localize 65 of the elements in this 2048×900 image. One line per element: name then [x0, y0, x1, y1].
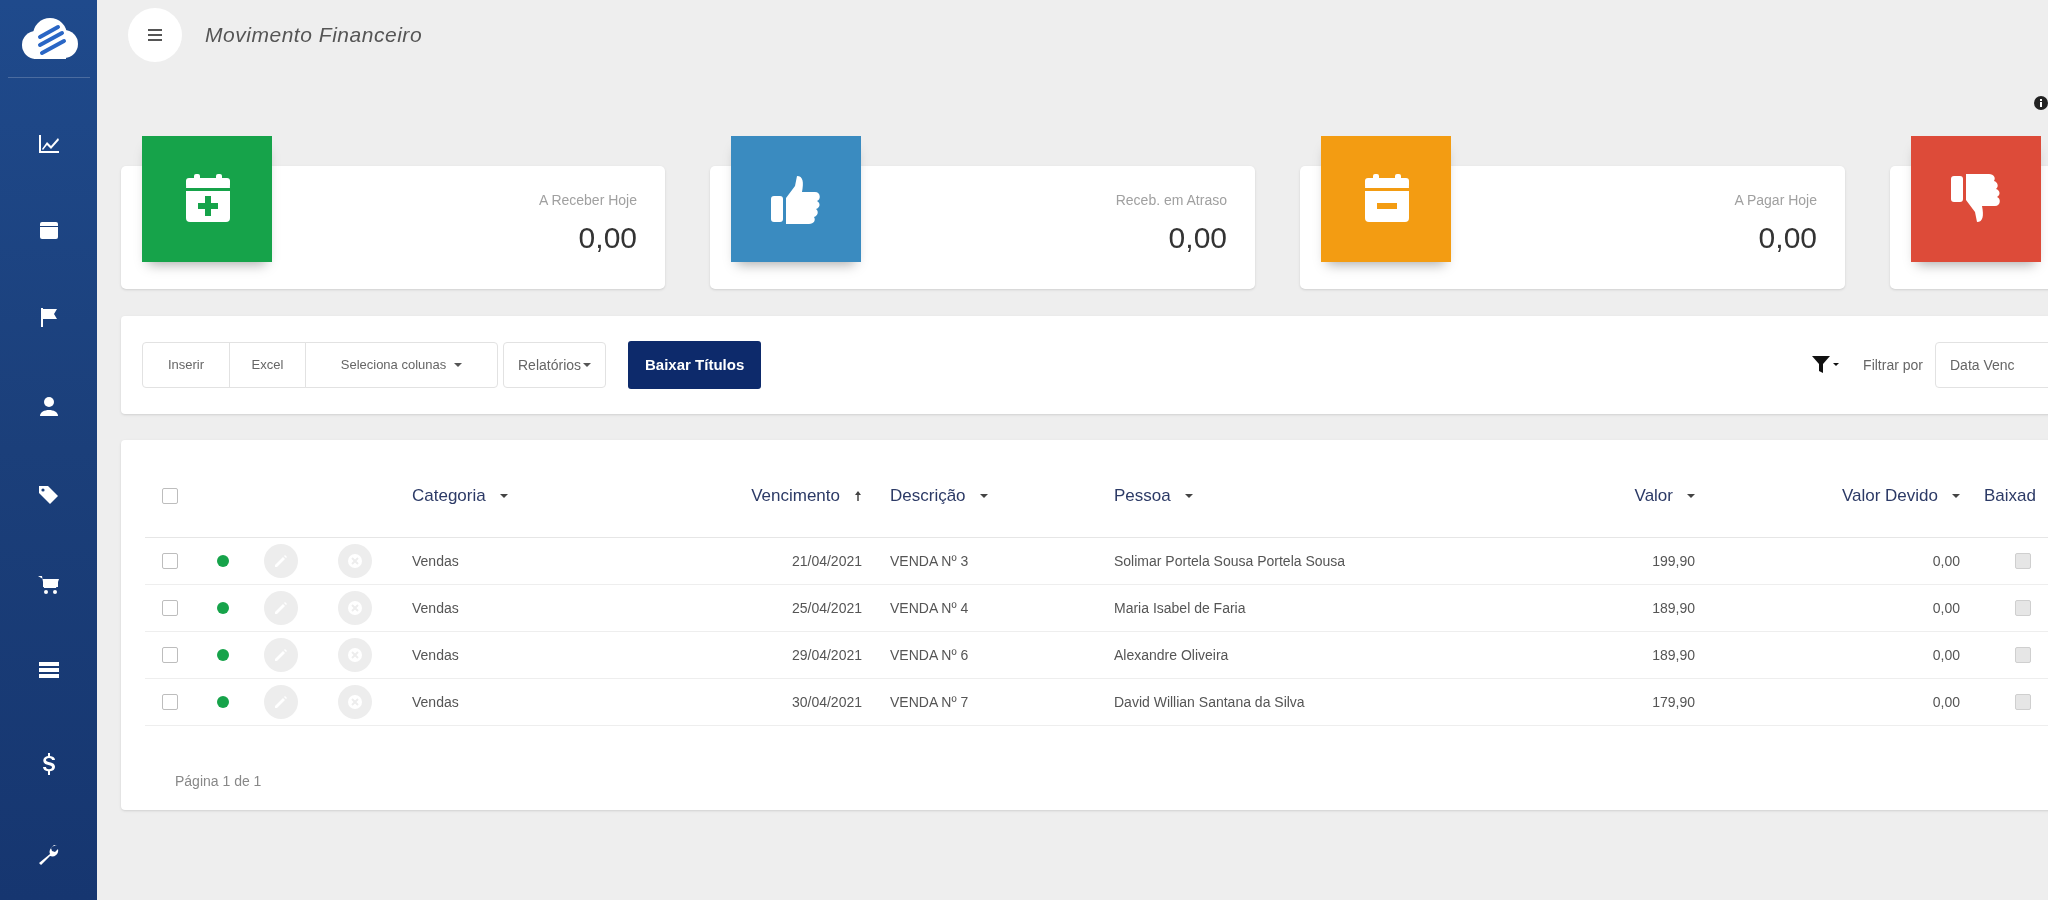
table-cell-text: VENDA Nº 3: [890, 551, 969, 571]
table-cell-text: Vendas: [412, 692, 459, 712]
sort-ascending-icon[interactable]: [854, 490, 862, 502]
column-header[interactable]: Baixad: [1984, 483, 2036, 509]
table-cell-text: Vendas: [412, 598, 459, 618]
sort-icon[interactable]: [499, 494, 508, 498]
filter-select[interactable]: Data Venc: [1935, 342, 2048, 388]
menu-icon: [147, 28, 163, 42]
table-cell-text: Solimar Portela Sousa Portela Sousa: [1114, 551, 1346, 571]
sort-icon[interactable]: [1952, 494, 1960, 498]
table-cell-text: 25/04/2021: [791, 598, 862, 618]
checkbox[interactable]: [162, 647, 178, 663]
pagination-text: Página 1 de 1: [175, 772, 262, 791]
card-label: Receb. em Atraso: [1115, 191, 1227, 210]
table-cell-text: 0,00: [1932, 551, 1960, 571]
table-cell-text: 0,00: [1932, 598, 1960, 618]
table-cell-text: Vendas: [412, 645, 459, 665]
sort-icon[interactable]: [1687, 494, 1695, 498]
table-cell-text: VENDA Nº 4: [890, 598, 969, 618]
table-cell-text: 189,90: [1652, 598, 1695, 618]
table-cell-text: Maria Isabel de Faria: [1114, 598, 1246, 618]
reports-dropdown[interactable]: Relatórios: [503, 342, 607, 388]
table-cell-text: 189,90: [1652, 645, 1695, 665]
column-header[interactable]: Descrição: [890, 483, 966, 509]
baixar-titulos-button[interactable]: Baixar Títulos: [628, 341, 762, 389]
table-cell-text: 0,00: [1932, 645, 1960, 665]
checkbox[interactable]: [162, 694, 178, 710]
table-cell-text: VENDA Nº 6: [890, 645, 969, 665]
page-title: Movimento Financeiro: [205, 22, 423, 49]
table-cell-text: 0,00: [1932, 692, 1960, 712]
sort-icon[interactable]: [1184, 494, 1193, 498]
column-header[interactable]: Valor Devido: [1841, 483, 1938, 509]
table-cell-text: VENDA Nº 7: [890, 692, 969, 712]
chart-icon[interactable]: [36, 132, 61, 156]
column-header[interactable]: Vencimento: [751, 483, 840, 509]
toolbar-button[interactable]: Seleciona colunas: [305, 342, 498, 388]
cart-icon[interactable]: [36, 573, 61, 597]
card-value: 0,00: [1758, 220, 1817, 256]
table-cell-text: 29/04/2021: [791, 645, 862, 665]
card-value: 0,00: [578, 220, 637, 256]
checkbox[interactable]: [162, 488, 178, 504]
toolbar-button[interactable]: Excel: [229, 342, 306, 388]
table-cell-text: 30/04/2021: [791, 692, 862, 712]
column-header[interactable]: Valor: [1634, 483, 1673, 509]
table-cell-text: Alexandre Oliveira: [1114, 645, 1229, 665]
sort-icon[interactable]: [979, 494, 988, 498]
card-label: A Receber Hoje: [538, 191, 637, 210]
tags-icon[interactable]: [36, 483, 61, 507]
table-cell-text: 199,90: [1652, 551, 1695, 571]
table-cell-text: Vendas: [412, 551, 459, 571]
card-value: 0,00: [1168, 220, 1227, 256]
table-cell-text: 179,90: [1652, 692, 1695, 712]
thumbs-up-icon: [769, 174, 823, 224]
table-cell-text: 21/04/2021: [791, 551, 862, 571]
filter-label: Filtrar por: [1863, 355, 1923, 375]
table-cell-text: David Willian Santana da Silva: [1114, 692, 1305, 712]
info-icon[interactable]: [2034, 96, 2048, 110]
checkbox[interactable]: [162, 600, 178, 616]
filter-icon[interactable]: [1811, 354, 1840, 376]
column-header[interactable]: Categoria: [412, 483, 486, 509]
thumbs-down-icon: [1949, 174, 2003, 224]
checkbox[interactable]: [162, 553, 178, 569]
column-header[interactable]: Pessoa: [1114, 483, 1171, 509]
card-label: A Pagar Hoje: [1734, 191, 1817, 210]
toolbar-button[interactable]: Inserir: [142, 342, 230, 388]
